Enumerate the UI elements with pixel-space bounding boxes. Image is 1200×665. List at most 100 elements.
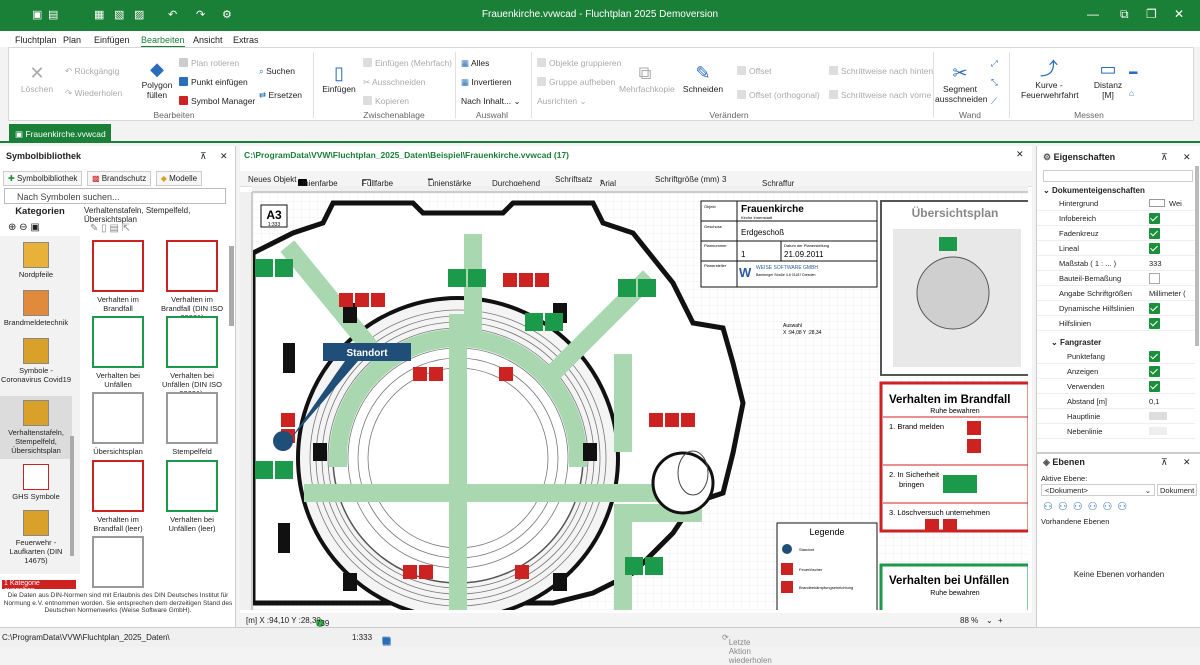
category-item[interactable]: Feuerwehr - Laufkarten (DIN 14675): [0, 510, 72, 565]
plan-rotieren-button[interactable]: Plan rotieren: [179, 58, 239, 68]
category-item[interactable]: GHS Symbole: [0, 464, 72, 501]
schrittweise-hinten-button[interactable]: Schrittweise nach hinten: [829, 66, 933, 76]
alles-button[interactable]: ▦ Alles: [461, 58, 489, 69]
layout-icon[interactable]: ⧉: [382, 636, 397, 647]
linienstaerke-select[interactable]: Linienstärke ━: [428, 175, 471, 188]
menu-plan[interactable]: Plan: [63, 35, 81, 45]
prop-dynamische-hilfslinien[interactable]: Dynamische Hilfslinien: [1037, 301, 1195, 316]
prop-lineal[interactable]: Lineal: [1037, 241, 1195, 256]
remove-category-icon[interactable]: ⊖: [19, 222, 30, 233]
tab-modelle[interactable]: ◆ Modelle: [155, 171, 203, 186]
pin-icon[interactable]: ⊼: [1161, 152, 1168, 163]
schneiden-button[interactable]: ✎ Schneiden: [681, 62, 725, 94]
restore-icon[interactable]: ⧉: [1120, 7, 1129, 22]
prop-abstand[interactable]: Abstand [m] 0,1: [1037, 394, 1195, 409]
zoom-level[interactable]: 88 %: [960, 616, 978, 625]
prop-nebenlinie[interactable]: Nebenlinie: [1037, 424, 1195, 439]
category-item-selected[interactable]: Verhaltenstafeln, Stempelfeld, Übersicht…: [0, 396, 72, 459]
category-scrollbar[interactable]: [70, 436, 74, 556]
symbol-item[interactable]: Verhalten im Brandfall (leer): [82, 460, 154, 533]
layer-tool-icon[interactable]: ⚇: [1043, 501, 1058, 513]
edit-category-icon[interactable]: ▣: [30, 222, 39, 233]
zoom-in-icon[interactable]: +: [998, 616, 1003, 625]
prop-verwenden[interactable]: Verwenden: [1037, 379, 1195, 394]
symbol-item[interactable]: Übersichtsplan: [82, 392, 154, 456]
prop-hauptlinie[interactable]: Hauptlinie: [1037, 409, 1195, 424]
offset-button[interactable]: Offset: [737, 66, 772, 76]
properties-scrollbar[interactable]: [1195, 166, 1199, 346]
punkt-einfuegen-button[interactable]: Punkt einfügen: [179, 77, 248, 87]
symbol-item[interactable]: Verhalten im Brandfall (DIN ISO 23601): [156, 240, 228, 322]
invertieren-button[interactable]: ▦ Invertieren: [461, 77, 512, 88]
pin-icon[interactable]: ⊼: [200, 151, 207, 162]
symbol-manager-button[interactable]: Symbol Manager: [179, 96, 255, 106]
einfuegen-button[interactable]: ▯ Einfügen: [319, 62, 359, 94]
zoom-dropdown-icon[interactable]: ⌄: [986, 616, 993, 625]
loeschen-button[interactable]: ✕ Löschen: [17, 62, 57, 94]
suchen-button[interactable]: ⌕ Suchen: [259, 66, 295, 77]
nach-inhalt-button[interactable]: Nach Inhalt... ⌄: [461, 96, 521, 107]
checkbox-checked[interactable]: [1149, 366, 1160, 377]
checkbox-checked[interactable]: [1149, 381, 1160, 392]
symbol-item[interactable]: Verhalten bei Unfällen: [82, 316, 154, 389]
pin-icon[interactable]: ⊼: [1161, 457, 1168, 468]
wall-tool-1-icon[interactable]: ⤢: [991, 58, 998, 69]
offset-orthogonal-button[interactable]: Offset (orthogonal): [737, 90, 820, 100]
menu-fluchtplan[interactable]: Fluchtplan: [15, 35, 57, 45]
tab-brandschutz[interactable]: ▩ Brandschutz: [86, 171, 152, 186]
einfuegen-mehrfach-button[interactable]: Einfügen (Mehrfach): [363, 58, 452, 68]
prop-hilfslinien[interactable]: Hilfslinien: [1037, 316, 1195, 331]
symbol-search-input[interactable]: Nach Symbolen suchen...: [4, 188, 226, 204]
symbol-item[interactable]: [82, 536, 154, 591]
polygon-fuellen-button[interactable]: ◆ Polygon füllen: [137, 58, 177, 100]
layer-tool-icon[interactable]: ⚇: [1058, 501, 1073, 513]
ebenen-close-icon[interactable]: ✕: [1183, 457, 1191, 468]
prop-fadenkreuz[interactable]: Fadenkreuz: [1037, 226, 1195, 241]
category-item[interactable]: Nordpfeile: [0, 242, 72, 279]
checkbox-checked[interactable]: [1149, 213, 1160, 224]
wall-tool-3-icon[interactable]: ⟋: [991, 96, 997, 107]
rueckgaengig-button[interactable]: ↶ Rückgängig: [65, 66, 119, 77]
category-item[interactable]: Brandmeldetechnik: [0, 290, 72, 327]
kopieren-button[interactable]: Kopieren: [363, 96, 409, 106]
objekte-gruppieren-button[interactable]: Objekte gruppieren: [537, 58, 621, 68]
ausschneiden-button[interactable]: ✂ Ausschneiden: [363, 77, 425, 88]
category-item[interactable]: Symbole - Coronavirus Covid19: [0, 338, 72, 384]
prop-bauteil-bemassung[interactable]: Bauteil-Bemaßung: [1037, 271, 1195, 286]
document-tab[interactable]: ▣ Frauenkirche.vvwcad: [9, 124, 111, 143]
layer-tool-icon[interactable]: ⚇: [1117, 501, 1132, 513]
symbol-scrollbar[interactable]: [229, 246, 234, 326]
menu-einfuegen[interactable]: Einfügen: [94, 35, 130, 45]
distanz-button[interactable]: ▭ Distanz [M]: [1089, 58, 1127, 100]
tab-symbolbibliothek[interactable]: ✚ Symbolbibliothek: [3, 171, 83, 186]
prop-infobereich[interactable]: Infobereich: [1037, 211, 1195, 226]
checkbox-checked[interactable]: [1149, 351, 1160, 362]
segment-ausschneiden-button[interactable]: ✂ Segment ausschneiden: [935, 62, 987, 104]
menu-extras[interactable]: Extras: [233, 35, 259, 45]
checkbox-checked[interactable]: [1149, 228, 1160, 239]
measure-area-icon[interactable]: ▬: [1129, 66, 1138, 76]
gruppe-aufheben-button[interactable]: Gruppe aufheben: [537, 77, 615, 87]
aktive-ebene-select[interactable]: <Dokument> ⌄: [1041, 484, 1155, 496]
properties-close-icon[interactable]: ✕: [1183, 152, 1191, 163]
prop-schriftgroessen[interactable]: Angabe Schriftgrößen Millimeter (: [1037, 286, 1195, 301]
canvas-close-icon[interactable]: ✕: [1016, 149, 1024, 160]
checkbox-unchecked[interactable]: [1149, 273, 1160, 284]
ersetzen-button[interactable]: ⇄ Ersetzen: [259, 90, 302, 101]
add-category-icon[interactable]: ⊕: [8, 222, 19, 233]
ausrichten-button[interactable]: Ausrichten ⌄: [537, 96, 587, 107]
symbol-item[interactable]: Verhalten im Brandfall: [82, 240, 154, 313]
drawing-canvas[interactable]: Standort A3 1:333 Objekt Frauenkirche Ki…: [252, 192, 1028, 610]
panel-close-icon[interactable]: ✕: [220, 151, 228, 162]
schriftgroesse-input[interactable]: 3: [722, 175, 726, 184]
prop-massstab[interactable]: Maßstab ( 1 : ... ) 333: [1037, 256, 1195, 271]
prop-hintergrund[interactable]: Hintergrund Wei: [1037, 196, 1195, 211]
minimize-icon[interactable]: —: [1087, 7, 1099, 21]
floor-plan[interactable]: Standort A3 1:333 Objekt Frauenkirche Ki…: [253, 193, 1028, 610]
symbol-item[interactable]: Verhalten bei Unfällen (DIN ISO 23601).: [156, 316, 228, 398]
checkbox-checked[interactable]: [1149, 243, 1160, 254]
prop-anzeigen[interactable]: Anzeigen: [1037, 364, 1195, 379]
mehrfachkopie-button[interactable]: ⧉ Mehrfachkopie: [619, 62, 675, 94]
repeat-last-action-button[interactable]: ⟳ Letzte Aktion wiederholen: [722, 633, 772, 665]
schrittweise-vorne-button[interactable]: Schrittweise nach vorne: [829, 90, 931, 100]
